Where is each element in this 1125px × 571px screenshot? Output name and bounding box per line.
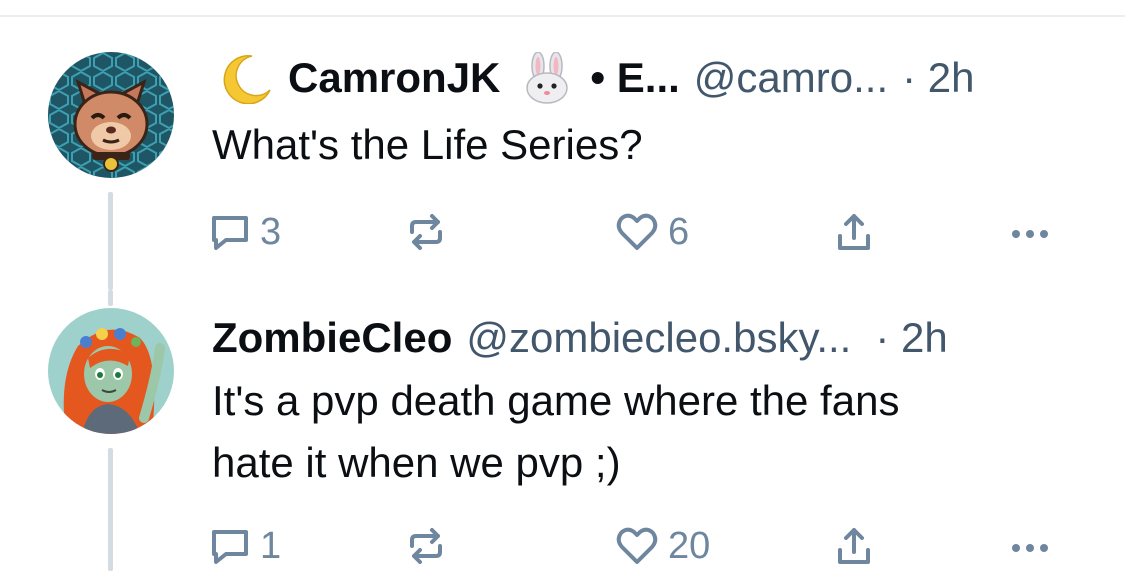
post-camronjk[interactable]: CamronJK • E... @camro... · 2h What's th… xyxy=(0,0,1125,290)
share-button[interactable] xyxy=(832,521,876,571)
avatar[interactable] xyxy=(48,308,174,434)
post-actions: 1 20 xyxy=(208,521,1068,571)
zombie-avatar-icon xyxy=(48,308,174,434)
repost-button[interactable] xyxy=(404,207,448,257)
reply-icon xyxy=(212,530,248,564)
handle[interactable]: @zombiecleo.bsky... xyxy=(466,312,851,364)
reply-button[interactable]: 3 xyxy=(208,207,281,257)
share-icon xyxy=(838,214,870,250)
like-button[interactable]: 20 xyxy=(614,521,710,571)
heart-icon xyxy=(616,527,658,564)
handle[interactable]: @camro... xyxy=(694,52,888,104)
like-count: 20 xyxy=(668,524,711,567)
share-button[interactable] xyxy=(832,207,876,257)
post-header: ZombieCleo @zombiecleo.bsky... · 2h xyxy=(212,312,1075,364)
timestamp[interactable]: · 2h xyxy=(902,52,974,104)
moon-emoji-icon xyxy=(212,52,274,104)
repost-button[interactable] xyxy=(404,521,448,571)
like-button[interactable]: 6 xyxy=(614,207,689,257)
display-name[interactable]: ZombieCleo xyxy=(212,312,452,364)
post-header: CamronJK • E... @camro... · 2h xyxy=(212,52,1075,104)
more-dots-icon xyxy=(1012,544,1048,552)
avatar[interactable] xyxy=(48,52,174,178)
reply-count: 1 xyxy=(260,524,282,567)
display-name[interactable]: CamronJK xyxy=(288,52,500,104)
reply-button[interactable]: 1 xyxy=(208,521,281,571)
reply-icon xyxy=(212,216,248,250)
rabbit-emoji-icon xyxy=(518,52,576,104)
thread-line-top xyxy=(108,290,113,306)
repost-icon xyxy=(410,214,442,250)
thread-line-bottom xyxy=(108,448,113,571)
timestamp[interactable]: · 2h xyxy=(875,312,947,364)
post-zombiecleo[interactable]: ZombieCleo @zombiecleo.bsky... · 2h It's… xyxy=(0,290,1125,571)
more-options-button[interactable] xyxy=(1008,521,1052,571)
repost-icon xyxy=(410,528,442,564)
more-dots-icon xyxy=(1012,230,1048,238)
like-count: 6 xyxy=(668,210,690,253)
post-text: It's a pvp death game where the fans hat… xyxy=(212,370,1075,494)
reply-count: 3 xyxy=(260,210,282,253)
post-actions: 3 6 xyxy=(208,207,1068,257)
thread-line xyxy=(108,192,113,290)
more-options-button[interactable] xyxy=(1008,207,1052,257)
cat-avatar-icon xyxy=(48,52,174,178)
name-suffix[interactable]: • E... xyxy=(590,52,679,104)
post-text: What's the Life Series? xyxy=(212,121,643,168)
share-icon xyxy=(838,528,870,564)
post-text-line-2: hate it when we pvp ;) xyxy=(212,439,621,486)
heart-icon xyxy=(616,213,658,250)
post-text-line-1: It's a pvp death game where the fans xyxy=(212,377,900,424)
